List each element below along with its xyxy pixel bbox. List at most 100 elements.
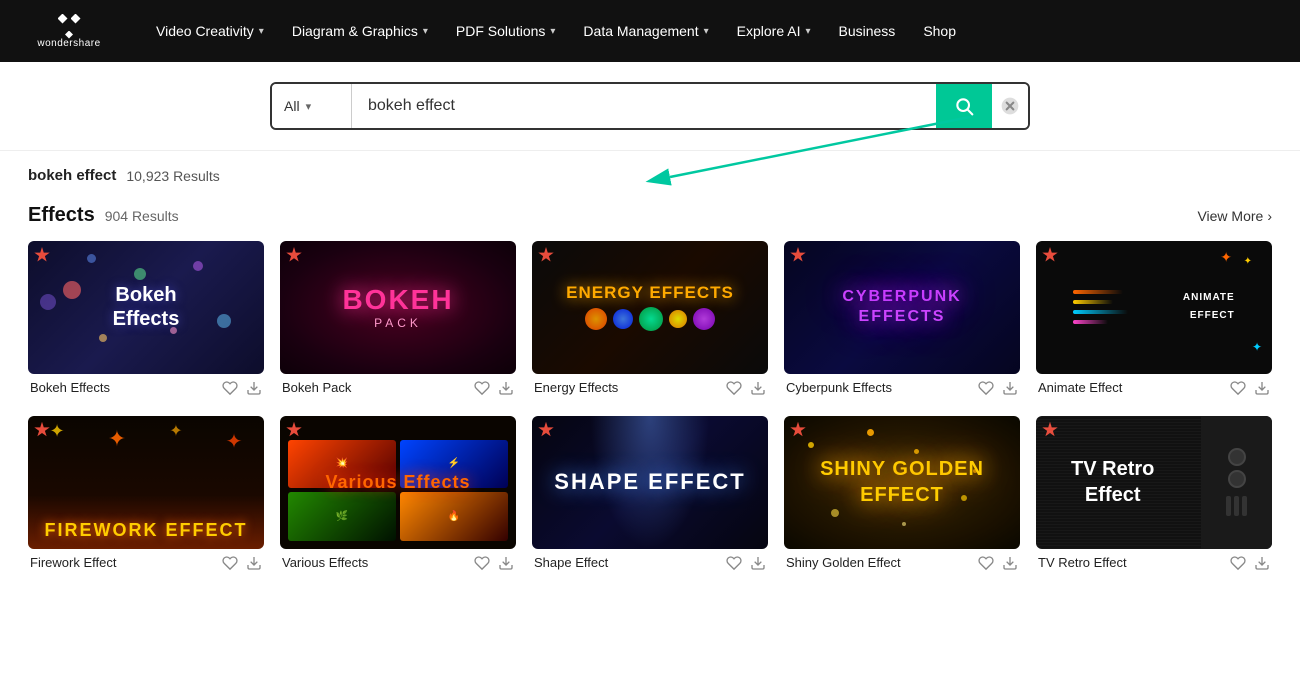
download-icon[interactable] [1002, 380, 1018, 396]
download-icon[interactable] [246, 555, 262, 571]
clear-button[interactable] [992, 84, 1028, 128]
search-icon [954, 96, 974, 116]
view-more-button[interactable]: View More › [1197, 208, 1272, 224]
effect-thumbnail: BOKEH PACK [280, 241, 516, 374]
effect-thumbnail: ✦ ✦ ✦ ✦ FIREWORK EFFECT [28, 416, 264, 549]
like-icon[interactable] [726, 555, 742, 571]
effect-name: Animate Effect [1038, 380, 1122, 395]
download-icon[interactable] [1254, 380, 1270, 396]
nav-item-business[interactable]: Business [825, 0, 910, 62]
like-icon[interactable] [222, 380, 238, 396]
effect-actions [726, 380, 766, 396]
effect-name: Energy Effects [534, 380, 618, 395]
logo-text: wondershare [37, 38, 100, 49]
like-icon[interactable] [978, 380, 994, 396]
effect-info: Shape Effect [532, 549, 768, 571]
effect-info: TV Retro Effect [1036, 549, 1272, 571]
premium-badge [538, 422, 554, 438]
chevron-down-icon: ▾ [259, 26, 264, 37]
effect-thumbnail: BokehEffects [28, 241, 264, 374]
effect-info: Bokeh Pack [280, 374, 516, 396]
like-icon[interactable] [978, 555, 994, 571]
effect-thumbnail: ENERGY EFFECTS [532, 241, 768, 374]
effect-info: Various Effects [280, 549, 516, 571]
search-section: All ▾ [0, 62, 1300, 151]
premium-badge [286, 247, 302, 263]
effect-name: Bokeh Pack [282, 380, 351, 395]
effect-actions [726, 555, 766, 571]
premium-badge [538, 247, 554, 263]
download-icon[interactable] [750, 380, 766, 396]
download-icon[interactable] [246, 380, 262, 396]
effect-name: Bokeh Effects [30, 380, 110, 395]
nav-item-video-creativity[interactable]: Video Creativity ▾ [142, 0, 278, 62]
effect-info: Animate Effect [1036, 374, 1272, 396]
effect-info: Bokeh Effects [28, 374, 264, 396]
effect-actions [1230, 380, 1270, 396]
section-title: Effects [28, 204, 95, 227]
effect-actions [1230, 555, 1270, 571]
chevron-down-icon: ▾ [550, 26, 555, 37]
nav-item-explore-ai[interactable]: Explore AI ▾ [723, 0, 825, 62]
nav-item-data-management[interactable]: Data Management ▾ [569, 0, 722, 62]
like-icon[interactable] [726, 380, 742, 396]
effect-card-bokeh-pack[interactable]: BOKEH PACK Bokeh Pack [280, 241, 516, 396]
chevron-right-icon: › [1267, 208, 1272, 224]
like-icon[interactable] [1230, 555, 1246, 571]
effect-name: TV Retro Effect [1038, 555, 1127, 570]
results-count: 10,923 Results [126, 168, 219, 184]
effect-card-tv-retro-effect[interactable]: TV RetroEffect TV Retro Effect [1036, 416, 1272, 571]
logo[interactable]: wondershare [24, 14, 114, 49]
search-input[interactable] [352, 84, 936, 128]
logo-icon [53, 14, 85, 36]
effect-thumbnail: SHAPE EFFECT [532, 416, 768, 549]
navbar: wondershare Video Creativity ▾ Diagram &… [0, 0, 1300, 62]
effect-card-cyberpunk-effects[interactable]: CYBERPUNKEFFECTS Cyberpunk Effects [784, 241, 1020, 396]
download-icon[interactable] [498, 555, 514, 571]
like-icon[interactable] [474, 380, 490, 396]
section-header: Effects 904 Results View More › [28, 204, 1272, 227]
effect-actions [978, 555, 1018, 571]
section-count: 904 Results [105, 208, 179, 224]
search-query-label: bokeh effect [28, 167, 116, 184]
effect-card-various-effects[interactable]: 💥 ⚡ 🌿 🔥 Various Effects Various Effects [280, 416, 516, 571]
effect-card-energy-effects[interactable]: ENERGY EFFECTS Energy Effects [532, 241, 768, 396]
like-icon[interactable] [1230, 380, 1246, 396]
nav-item-pdf-solutions[interactable]: PDF Solutions ▾ [442, 0, 570, 62]
like-icon[interactable] [474, 555, 490, 571]
effects-grid-row1: BokehEffects Bokeh Effects [28, 241, 1272, 396]
effect-card-shape-effect[interactable]: SHAPE EFFECT Shape Effect [532, 416, 768, 571]
chevron-down-icon: ▾ [423, 26, 428, 37]
nav-items: Video Creativity ▾ Diagram & Graphics ▾ … [142, 0, 1276, 62]
effect-info: Energy Effects [532, 374, 768, 396]
chevron-down-icon: ▾ [704, 26, 709, 37]
effect-card-firework-effect[interactable]: ✦ ✦ ✦ ✦ FIREWORK EFFECT Firework Effect [28, 416, 264, 571]
effect-actions [222, 380, 262, 396]
effect-actions [474, 380, 514, 396]
download-icon[interactable] [498, 380, 514, 396]
effect-thumbnail: CYBERPUNKEFFECTS [784, 241, 1020, 374]
download-icon[interactable] [1254, 555, 1270, 571]
effect-thumbnail: 💥 ⚡ 🌿 🔥 Various Effects [280, 416, 516, 549]
category-dropdown[interactable]: All ▾ [272, 84, 352, 128]
search-button[interactable] [936, 84, 992, 128]
dropdown-chevron-icon: ▾ [306, 100, 312, 113]
effects-grid-row2: ✦ ✦ ✦ ✦ FIREWORK EFFECT Firework Effect [28, 416, 1272, 571]
effect-info: Firework Effect [28, 549, 264, 571]
download-icon[interactable] [750, 555, 766, 571]
nav-item-diagram-graphics[interactable]: Diagram & Graphics ▾ [278, 0, 442, 62]
nav-item-shop[interactable]: Shop [909, 0, 970, 62]
like-icon[interactable] [222, 555, 238, 571]
effect-card-shiny-golden-effect[interactable]: SHINY GOLDENEFFECT Shiny Golden Effect [784, 416, 1020, 571]
effect-thumbnail: SHINY GOLDENEFFECT [784, 416, 1020, 549]
effect-actions [222, 555, 262, 571]
effect-actions [978, 380, 1018, 396]
results-header: bokeh effect 10,923 Results [0, 151, 1300, 192]
effect-card-bokeh-effects[interactable]: BokehEffects Bokeh Effects [28, 241, 264, 396]
effect-name: Shiny Golden Effect [786, 555, 901, 570]
effect-actions [474, 555, 514, 571]
effect-info: Cyberpunk Effects [784, 374, 1020, 396]
download-icon[interactable] [1002, 555, 1018, 571]
effect-name: Various Effects [282, 555, 368, 570]
effect-card-animate-effect[interactable]: ANIMATEEFFECT ✦ ✦ ✦ Animate Effect [1036, 241, 1272, 396]
